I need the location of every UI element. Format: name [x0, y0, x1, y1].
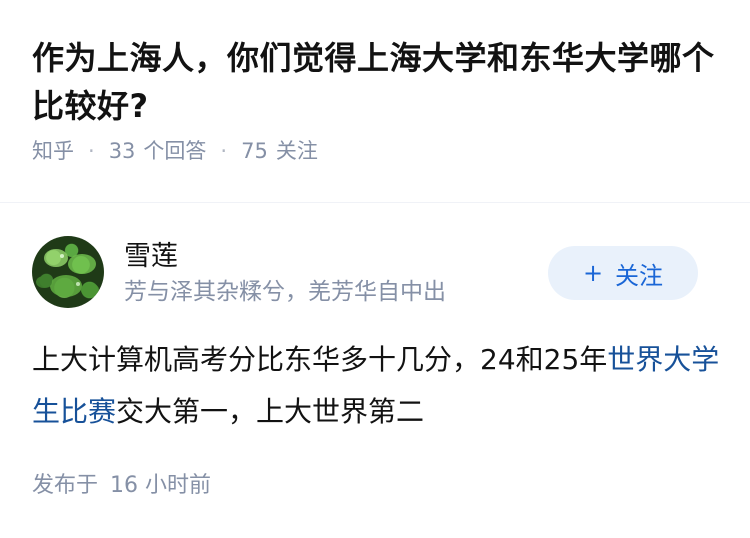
publish-time-value: 16 小时前 [110, 473, 212, 498]
follow-button-label: 关注 [615, 261, 664, 290]
lotus-leaves-icon [36, 249, 99, 297]
answer-text: 上大计算机高考分比东华多十几分，24和25年 [32, 343, 608, 376]
question-meta: 知乎 · 33 个回答 · 75 关注 [32, 136, 722, 166]
answer-text: 交大第一，上大世界第二 [116, 395, 425, 428]
publish-time: 发布于 16 小时前 [32, 470, 211, 502]
follower-count: 75 [241, 139, 268, 163]
answer-count-label: 个回答 [143, 139, 207, 163]
avatar[interactable] [32, 236, 104, 308]
question-title[interactable]: 作为上海人，你们觉得上海大学和东华大学哪个比较好? [32, 34, 722, 130]
publish-label: 发布于 [32, 473, 99, 498]
follower-count-label: 关注 [275, 139, 318, 163]
meta-separator: · [220, 139, 228, 163]
plus-icon: + [582, 259, 604, 287]
meta-separator: · [88, 139, 95, 163]
source-label[interactable]: 知乎 [32, 136, 74, 166]
answer-count: 33 [108, 139, 136, 163]
author-bio: 芳与泽其杂糅兮，羌芳华自中出 [124, 279, 446, 305]
answer-content[interactable]: 上大计算机高考分比东华多十几分，24和25年世界大学生比赛交大第一，上大世界第二 [32, 334, 722, 438]
author-name[interactable]: 雪莲 [124, 240, 178, 274]
follow-button[interactable]: + 关注 [548, 246, 698, 300]
question-header: 作为上海人，你们觉得上海大学和东华大学哪个比较好? 知乎 · 33 个回答 · … [32, 34, 722, 166]
section-divider [0, 202, 750, 203]
